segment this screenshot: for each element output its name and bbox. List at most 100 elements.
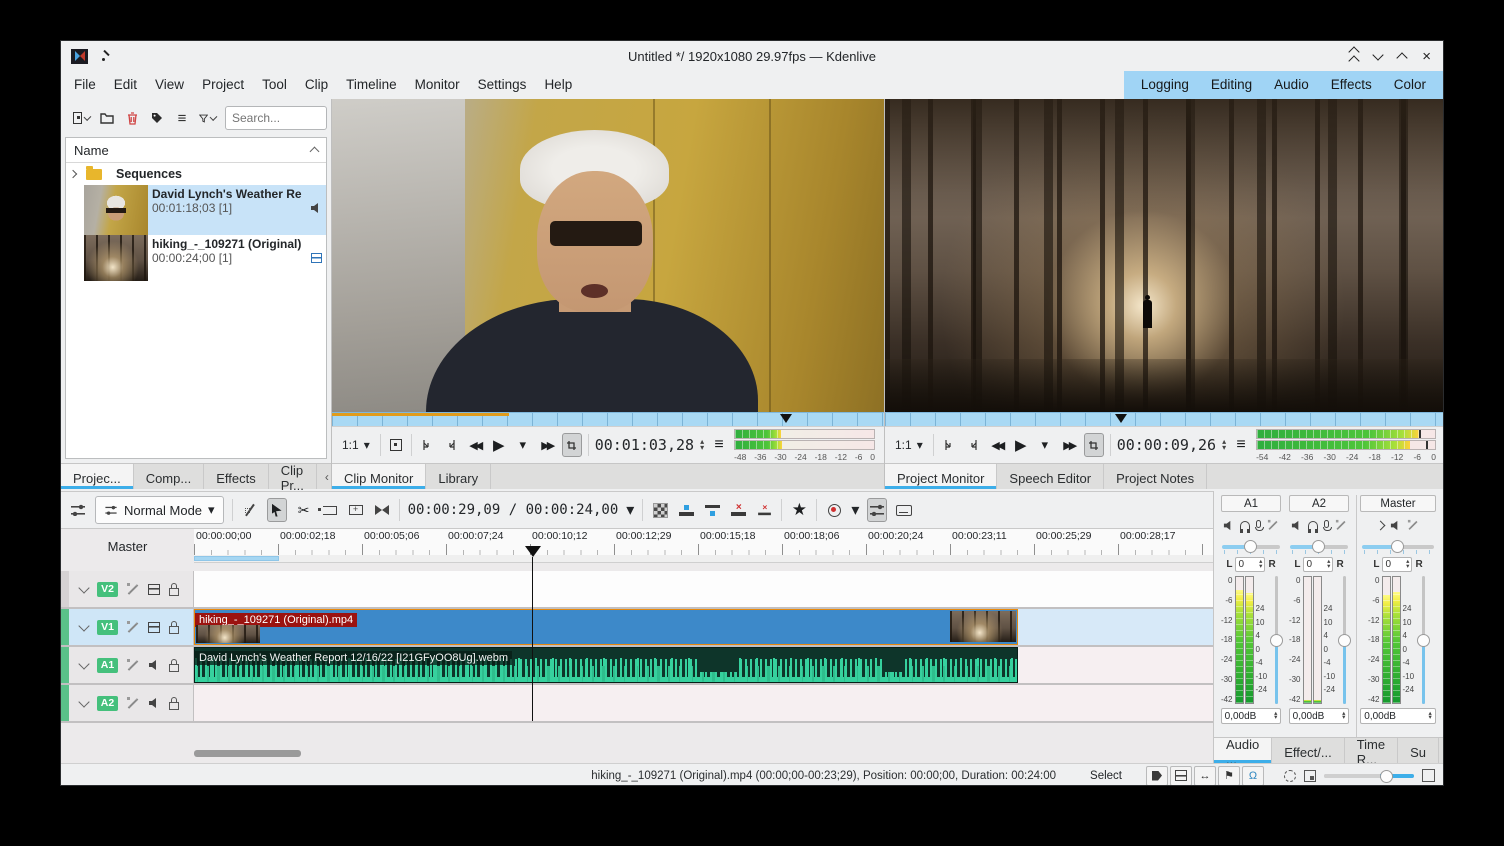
- timeline-zone[interactable]: [194, 556, 279, 561]
- chevron-down-icon[interactable]: ▾: [626, 500, 634, 520]
- effects-wand-icon[interactable]: [127, 583, 139, 595]
- rewind-button[interactable]: ◀◀: [466, 434, 484, 456]
- delete-button[interactable]: [124, 108, 140, 128]
- project-monitor-timecode[interactable]: 00:00:09,26: [1117, 436, 1216, 454]
- pan-value-box[interactable]: 0▴▾: [1303, 557, 1333, 572]
- timeline-zone-strip[interactable]: [194, 555, 1213, 562]
- menu-item[interactable]: View: [146, 71, 193, 99]
- favorite-effects-button[interactable]: ★: [790, 499, 808, 521]
- scrollbar-handle[interactable]: [194, 750, 301, 757]
- lock-icon[interactable]: [169, 702, 179, 710]
- monitor-mic-icon[interactable]: [1324, 520, 1329, 528]
- zoom-out-icon[interactable]: [1304, 770, 1316, 782]
- track-lane-v1[interactable]: hiking_-_109271 (Original).mp4: [194, 609, 1213, 645]
- effects-wand-icon[interactable]: [1268, 520, 1278, 530]
- track-header-v1[interactable]: V1: [61, 609, 194, 645]
- clip-monitor-video[interactable]: [332, 99, 885, 412]
- forward-button[interactable]: ▶▶: [1060, 434, 1078, 456]
- expander-icon[interactable]: [69, 170, 77, 178]
- project-monitor-seekbar[interactable]: [885, 412, 1444, 427]
- track-target-indicator[interactable]: [61, 685, 69, 721]
- zoom-project-icon[interactable]: [1284, 770, 1296, 782]
- bin-tab[interactable]: Clip Pr...: [269, 464, 317, 489]
- effects-wand-icon[interactable]: [1408, 520, 1418, 530]
- workspace-tab[interactable]: Effects: [1320, 71, 1383, 99]
- menu-item[interactable]: Monitor: [406, 71, 469, 99]
- track-badge[interactable]: V1: [97, 620, 118, 635]
- close-icon[interactable]: ×: [1422, 49, 1431, 64]
- show-markers-button[interactable]: [1146, 766, 1168, 786]
- chevron-down-icon[interactable]: [78, 696, 89, 707]
- spinner-down-icon[interactable]: ▾: [1428, 716, 1431, 721]
- spinner-down-icon[interactable]: ▾: [1342, 716, 1345, 721]
- create-folder-button[interactable]: [99, 108, 115, 128]
- monitor-zoom-combo[interactable]: 1:1 ▾: [891, 436, 927, 454]
- ripple-tool-button[interactable]: [373, 499, 391, 521]
- maximize-icon[interactable]: [1397, 52, 1408, 63]
- forward-button[interactable]: ▶▶: [538, 434, 556, 456]
- slip-tool-button[interactable]: +: [347, 499, 365, 521]
- spacer-tool-button[interactable]: [321, 499, 339, 521]
- fader-knob[interactable]: [1270, 634, 1283, 647]
- workspace-tab[interactable]: Color: [1383, 71, 1437, 99]
- chevron-down-icon[interactable]: [78, 658, 89, 669]
- monitor-tab[interactable]: Project Monitor: [885, 464, 997, 489]
- pan-knob[interactable]: [1391, 540, 1404, 553]
- video-thumbnails-icon[interactable]: [148, 622, 160, 633]
- rewind-button[interactable]: ◀◀: [988, 434, 1006, 456]
- chevron-down-icon[interactable]: [78, 582, 89, 593]
- mixer-channel-label[interactable]: A2: [1289, 495, 1350, 512]
- lock-icon[interactable]: [169, 664, 179, 672]
- track-lane-a1[interactable]: David Lynch's Weather Report 12/16/22 [I…: [194, 647, 1213, 683]
- track-badge[interactable]: V2: [97, 582, 118, 597]
- fit-clips-button[interactable]: ↔: [1194, 766, 1216, 786]
- record-button[interactable]: [825, 499, 843, 521]
- track-header-a2[interactable]: A2: [61, 685, 194, 721]
- timeline-edit-button[interactable]: [241, 499, 259, 521]
- gain-value-box[interactable]: 0,00dB▴▾: [1360, 708, 1435, 724]
- pan-value-box[interactable]: 0▴▾: [1235, 557, 1265, 572]
- timeline-hscrollbar[interactable]: [194, 750, 1213, 757]
- chevron-down-icon[interactable]: ▾: [851, 500, 859, 520]
- menu-item[interactable]: Clip: [296, 71, 337, 99]
- timeline-ruler[interactable]: 00:00:00;0000:00:02;1800:00:05;0600:00:0…: [194, 529, 1213, 563]
- clip-monitor-timecode[interactable]: 00:01:03,28: [595, 436, 694, 454]
- solo-headphones-icon[interactable]: [1240, 521, 1250, 530]
- titlebar[interactable]: Untitled */ 1920x1080 29.97fps — Kdenliv…: [61, 41, 1443, 72]
- set-in-point-button[interactable]: [940, 434, 958, 456]
- bin-name-header[interactable]: Name: [66, 138, 326, 163]
- track-target-indicator[interactable]: [61, 647, 69, 683]
- spinner-down-icon[interactable]: ▾: [1274, 716, 1277, 721]
- fader-knob[interactable]: [1417, 634, 1430, 647]
- tabs-scroll-left-icon[interactable]: ‹: [325, 470, 329, 484]
- spinner-down-icon[interactable]: ▾: [700, 445, 704, 451]
- fit-zoom-icon[interactable]: [1422, 769, 1435, 782]
- timeline-clip-weather-report[interactable]: David Lynch's Weather Report 12/16/22 [I…: [194, 647, 1018, 683]
- filter-button[interactable]: [199, 108, 216, 128]
- bin-view-menu-button[interactable]: ≡: [174, 108, 190, 128]
- set-in-point-button[interactable]: [418, 434, 436, 456]
- menu-item[interactable]: Edit: [105, 71, 146, 99]
- track-target-indicator[interactable]: [61, 609, 69, 645]
- zone-crop-toggle[interactable]: [1084, 433, 1104, 457]
- track-settings-button[interactable]: [69, 499, 87, 521]
- mixer-tab[interactable]: Effect/...: [1272, 738, 1344, 763]
- expand-icon[interactable]: [1376, 520, 1386, 530]
- track-header-a1[interactable]: A1: [61, 647, 194, 683]
- timeline-position-duration[interactable]: 00:00:29,09 / 00:00:24,00: [408, 502, 619, 518]
- monitor-tab[interactable]: Library: [426, 464, 491, 489]
- zone-crop-toggle[interactable]: [562, 433, 582, 457]
- selection-tool-button[interactable]: [267, 498, 287, 522]
- gain-value-box[interactable]: 0,00dB▴▾: [1221, 708, 1282, 724]
- set-out-point-button[interactable]: [964, 434, 982, 456]
- subtitle-button[interactable]: [895, 499, 913, 521]
- search-input[interactable]: [225, 106, 327, 130]
- project-monitor-video[interactable]: [885, 99, 1444, 412]
- video-thumbnails-button[interactable]: [1170, 766, 1192, 786]
- track-header-v2[interactable]: V2: [61, 571, 194, 607]
- edit-mode-combo[interactable]: Normal Mode ▾: [95, 496, 224, 524]
- monitor-mic-icon[interactable]: [1256, 520, 1261, 528]
- zoom-slider[interactable]: [1324, 769, 1414, 783]
- timeline-clip-hiking[interactable]: hiking_-_109271 (Original).mp4: [194, 609, 1018, 645]
- master-track-button[interactable]: Master: [61, 529, 194, 563]
